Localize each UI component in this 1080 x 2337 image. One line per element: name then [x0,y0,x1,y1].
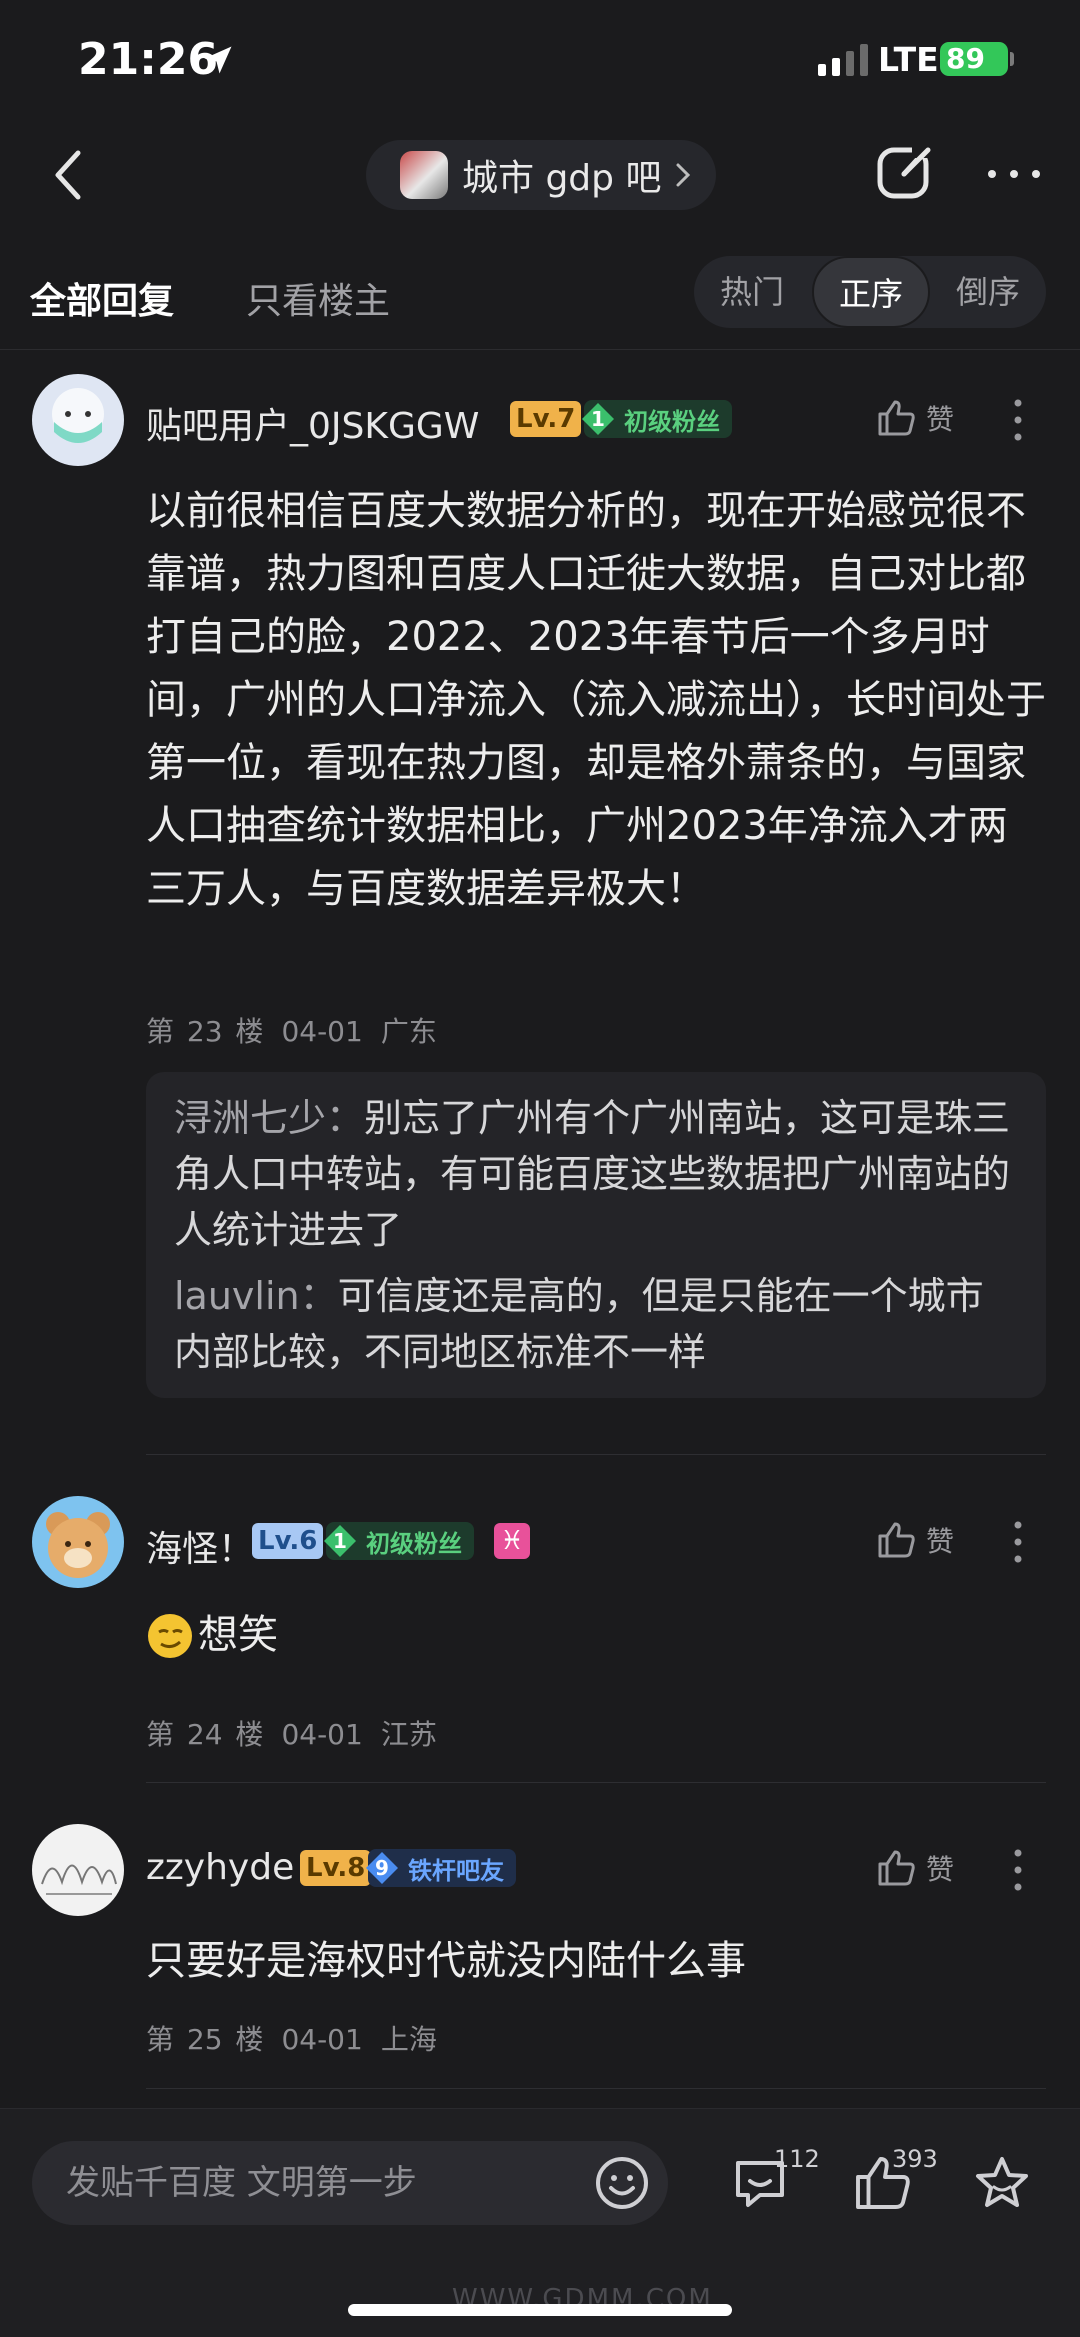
sort-asc[interactable]: 正序 [812,256,930,328]
like-button[interactable]: 赞 [876,1520,954,1560]
post-more-icon[interactable] [1012,1520,1024,1564]
fan-badge: 1 初级粉丝 [582,400,732,438]
fan-label: 初级粉丝 [366,1529,462,1558]
username[interactable]: 贴吧用户_0JSKGGW [146,397,479,449]
home-indicator[interactable] [348,2304,732,2316]
reply-input[interactable]: 发贴千百度 文明第一步 [32,2141,668,2225]
comment-count: 112 [774,2145,820,2173]
more-options-icon[interactable] [984,164,1044,184]
network-type: LTE [878,40,939,79]
status-bar: 21:26 LTE 89 [0,0,1080,125]
sort-desc[interactable]: 倒序 [930,256,1046,328]
avatar[interactable] [32,1496,124,1588]
zodiac-pisces-icon: ♓ [494,1523,530,1559]
star-favorite-icon[interactable] [972,2153,1032,2213]
post-meta: 第 23 楼 04-01 广东 [146,1010,455,1050]
post-text: 想笑 [198,1612,278,1658]
level-badge: Lv.7 [510,401,582,437]
post-date: 04-01 [281,2023,363,2056]
post-more-icon[interactable] [1012,398,1024,442]
level-badge: Lv.8 [300,1850,372,1886]
post-content: 想笑 [146,1604,1046,1667]
like-label: 赞 [926,1525,955,1558]
username[interactable]: 海怪！ [146,1520,254,1572]
post-location: 上海 [380,2023,437,2056]
sub-replies[interactable]: 浔洲七少：别忘了广州有个广州南站，这可是珠三角人口中转站，有可能百度这些数据把广… [146,1072,1046,1398]
smirk-emoji-icon [148,1613,192,1658]
tab-all-replies[interactable]: 全部回复 [30,272,174,324]
fan-level: 9 [375,1856,389,1880]
fan-label: 初级粉丝 [624,407,720,436]
floor-number: 第 25 楼 [146,2023,264,2056]
chevron-right-icon [676,163,691,187]
post-meta: 第 25 楼 04-01 上海 [146,2018,455,2058]
level-badge: Lv.6 [252,1523,324,1559]
tab-owner-only[interactable]: 只看楼主 [246,272,390,324]
username[interactable]: zzyhyde [146,1847,294,1888]
avatar-image [32,374,124,466]
reply-filter-bar: 全部回复 只看楼主 热门 正序 倒序 [0,230,1080,350]
battery-level: 89 [946,42,985,75]
like-button[interactable]: 赞 [876,398,954,438]
thumbs-up-icon [878,1522,915,1558]
battery-icon: 89 [940,42,1008,76]
floor-number: 第 24 楼 [146,1718,264,1751]
sub-reply[interactable]: lauvlin：可信度还是高的，但是只能在一个城市内部比较，不同地区标准不一样 [174,1268,1020,1380]
battery-tip [1010,52,1014,66]
forum-entry[interactable]: 城市 gdp 吧 [366,140,716,210]
fan-label: 铁杆吧友 [408,1856,504,1885]
post-date: 04-01 [281,1718,363,1751]
status-time: 21:26 [78,34,219,85]
avatar[interactable] [32,1824,124,1916]
reply-author[interactable]: 浔洲七少 [174,1096,326,1140]
post-meta: 第 24 楼 04-01 江苏 [146,1713,455,1753]
forum-avatar [400,151,448,199]
avatar[interactable] [32,374,124,466]
like-label: 赞 [926,1853,955,1886]
sort-hot[interactable]: 热门 [694,256,810,328]
divider [146,1782,1046,1783]
post-content: 只要好是海权时代就没内陆什么事 [146,1938,746,1984]
edit-icon[interactable] [874,142,934,202]
forum-name: 城市 gdp 吧 [462,158,662,199]
post-more-icon[interactable] [1012,1848,1024,1892]
divider [146,2088,1046,2089]
reply-author[interactable]: lauvlin [174,1274,300,1318]
like-button[interactable]: 赞 [876,1848,954,1888]
sort-toggle: 热门 正序 倒序 [694,256,1046,328]
like-count: 393 [892,2145,938,2173]
fan-level: 1 [333,1529,347,1553]
post-date: 04-01 [281,1015,363,1048]
avatar-image [32,1824,124,1916]
divider [146,1454,1046,1455]
thumbs-up-icon [878,1850,915,1886]
avatar-image [32,1496,124,1588]
post-content: 以前很相信百度大数据分析的，现在开始感觉很不靠谱，热力图和百度人口迁徙大数据，自… [146,488,1046,912]
emoji-icon[interactable] [594,2155,650,2211]
signal-icon [818,42,868,76]
thumbs-up-icon [878,400,915,436]
floor-number: 第 23 楼 [146,1015,264,1048]
sub-reply[interactable]: 浔洲七少：别忘了广州有个广州南站，这可是珠三角人口中转站，有可能百度这些数据把广… [174,1090,1020,1258]
like-label: 赞 [926,403,955,436]
post-location: 广东 [380,1015,437,1048]
back-arrow-icon[interactable] [48,145,88,205]
fan-badge: 9 铁杆吧友 [366,1849,516,1887]
location-arrow-icon [204,46,232,74]
post-location: 江苏 [380,1718,437,1751]
fan-level: 1 [591,407,605,431]
fan-badge: 1 初级粉丝 [324,1522,474,1560]
